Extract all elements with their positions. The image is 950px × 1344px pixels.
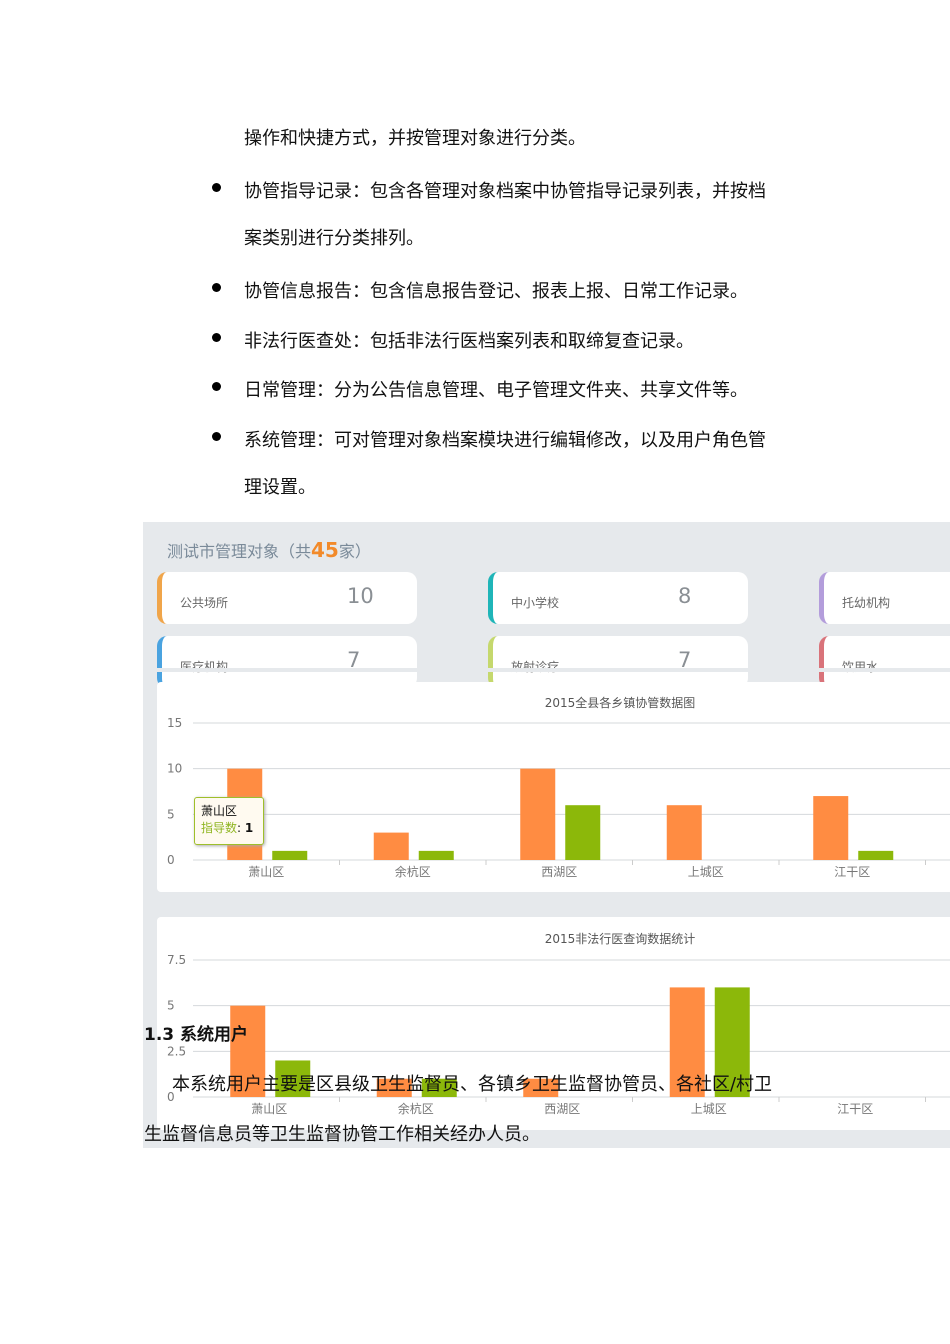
tooltip-key: 指导数 bbox=[201, 821, 238, 835]
bar bbox=[813, 796, 849, 860]
x-tick-label: 江干区 bbox=[834, 865, 870, 879]
y-tick-label: 15 bbox=[167, 716, 182, 730]
chart-title: 2015非法行医查询数据统计 bbox=[545, 931, 696, 946]
x-tick-label: 西湖区 bbox=[544, 1101, 580, 1116]
total-count: 45 bbox=[311, 538, 339, 562]
chart-card-2: 2015非法行医查询数据统计 0 2.5 5 7.5 萧山区 余杭区 西湖区 上城区 江干区 bbox=[157, 917, 950, 1130]
x-tick-label: 西湖区 bbox=[541, 864, 577, 879]
bar bbox=[272, 850, 308, 860]
y-tick-label: 10 bbox=[167, 762, 182, 776]
title-suffix: 家） bbox=[338, 542, 371, 561]
card-label: 公共场所 bbox=[180, 596, 229, 610]
bullet-text: 案类别进行分类排列。 bbox=[244, 228, 424, 249]
card-label: 放射诊疗 bbox=[511, 660, 560, 674]
x-tick-label: 萧山区 bbox=[251, 1102, 287, 1116]
bullet-text: 理设置。 bbox=[244, 477, 316, 498]
bullet-icon bbox=[212, 333, 221, 342]
bar bbox=[666, 805, 702, 860]
card-label: 饮用水 bbox=[842, 660, 879, 674]
category-card[interactable]: 公共场所 10 bbox=[157, 572, 417, 624]
bullet-text: 系统管理：可对管理对象档案模块进行编辑修改，以及用户角色管 bbox=[244, 430, 766, 451]
card-value: 8 bbox=[678, 584, 692, 608]
objects-title: 测试市管理对象（共45家） bbox=[167, 538, 371, 562]
tooltip-title: 萧山区 bbox=[201, 804, 238, 818]
card-label: 中小学校 bbox=[511, 596, 560, 610]
category-card[interactable]: 医疗机构 7 bbox=[157, 636, 417, 688]
embedded-screenshot: 测试市管理对象（共45家） 公共场所 10 中小学校 8 托幼机构 医疗机构 7 放射诊疗 7 饮… bbox=[143, 522, 950, 1148]
clip-divider bbox=[143, 668, 950, 672]
bar bbox=[373, 832, 409, 860]
bullet-text: 协管信息报告：包含信息报告登记、报表上报、日常工作记录。 bbox=[244, 281, 748, 302]
paragraph: 操作和快捷方式，并按管理对象进行分类。 bbox=[244, 128, 586, 149]
category-card[interactable]: 饮用水 bbox=[819, 636, 950, 688]
bullet-icon bbox=[212, 432, 221, 441]
bar bbox=[520, 768, 556, 860]
category-card[interactable]: 托幼机构 bbox=[819, 572, 950, 624]
bullet-text: 日常管理：分为公告信息管理、电子管理文件夹、共享文件等。 bbox=[244, 380, 748, 401]
paragraph: 本系统用户主要是区县级卫生监督员、各镇乡卫生监督协管员、各社区/村卫 bbox=[172, 1074, 773, 1095]
y-tick-label: 2.5 bbox=[167, 1044, 186, 1058]
bullet-icon bbox=[212, 382, 221, 391]
x-tick-label: 上城区 bbox=[691, 1102, 727, 1116]
tooltip-value: 1 bbox=[244, 821, 254, 835]
bullet-icon bbox=[212, 283, 221, 292]
bar bbox=[418, 850, 454, 860]
card-value: 10 bbox=[347, 584, 374, 608]
category-card[interactable]: 中小学校 8 bbox=[488, 572, 748, 624]
category-card[interactable]: 放射诊疗 7 bbox=[488, 636, 748, 688]
y-tick-label: 5 bbox=[167, 999, 175, 1013]
bullet-text: 协管指导记录：包含各管理对象档案中协管指导记录列表，并按档 bbox=[244, 181, 766, 202]
title-prefix: 测试市管理对象（共 bbox=[167, 542, 312, 561]
card-label: 托幼机构 bbox=[842, 596, 891, 610]
x-tick-label: 余杭区 bbox=[398, 1101, 434, 1116]
bullet-text: 非法行医查处：包括非法行医档案列表和取缔复查记录。 bbox=[244, 331, 694, 352]
card-label: 医疗机构 bbox=[180, 660, 229, 674]
chart-tooltip: 萧山区 指导数: 1 bbox=[194, 797, 264, 845]
x-tick-label: 江干区 bbox=[837, 1102, 873, 1116]
x-tick-label: 余杭区 bbox=[395, 864, 431, 879]
paragraph: 生监督信息员等卫生监督协管工作相关经办人员。 bbox=[144, 1124, 540, 1145]
x-tick-label: 萧山区 bbox=[248, 865, 284, 879]
bar bbox=[565, 805, 601, 860]
chart-card-1: 2015全县各乡镇协管数据图 0 5 10 15 萧山区 余杭区 西湖区 上城区 江干区 萧山区指… bbox=[157, 682, 950, 892]
y-tick-label: 0 bbox=[167, 853, 175, 867]
y-tick-label: 5 bbox=[167, 807, 175, 821]
chart-title: 2015全县各乡镇协管数据图 bbox=[545, 695, 696, 710]
document-page: 操作和快捷方式，并按管理对象进行分类。 协管指导记录：包含各管理对象档案中协管指… bbox=[0, 0, 950, 1344]
y-tick-label: 7.5 bbox=[167, 953, 186, 967]
bullet-icon bbox=[212, 183, 221, 192]
section-heading: 1.3 系统用户 bbox=[144, 1025, 249, 1045]
bar bbox=[858, 850, 894, 860]
x-tick-label: 上城区 bbox=[688, 865, 724, 879]
